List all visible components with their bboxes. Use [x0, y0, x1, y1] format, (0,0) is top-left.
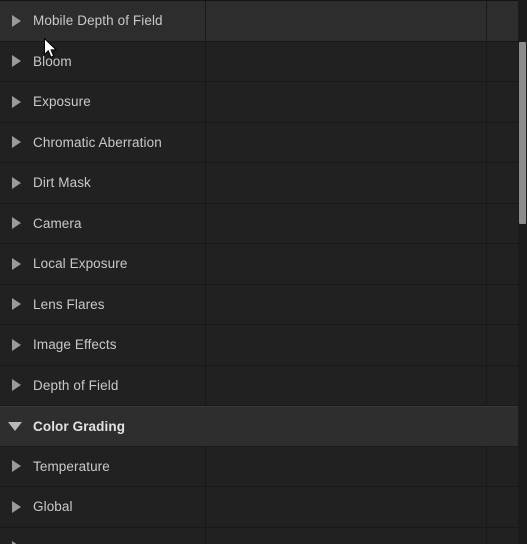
- property-row[interactable]: Camera: [0, 203, 518, 244]
- property-reset-cell[interactable]: [487, 528, 518, 544]
- vertical-scrollbar-thumb[interactable]: [519, 42, 526, 224]
- triangle-right-icon[interactable]: [0, 487, 30, 527]
- triangle-right-glyph: [11, 176, 21, 189]
- triangle-right-glyph: [11, 217, 21, 230]
- property-row[interactable]: Exposure: [0, 82, 518, 123]
- property-value-cell[interactable]: [206, 1, 486, 41]
- property-row-label: Mobile Depth of Field: [33, 13, 163, 29]
- property-row-label: Color Grading: [33, 418, 126, 434]
- property-row[interactable]: Bloom: [0, 41, 518, 82]
- triangle-right-icon[interactable]: [0, 365, 30, 405]
- property-row-label: Bloom: [33, 53, 72, 69]
- triangle-right-icon[interactable]: [0, 203, 30, 243]
- property-reset-cell[interactable]: [487, 325, 518, 365]
- triangle-right-glyph: [11, 136, 21, 149]
- property-value-cell[interactable]: [206, 42, 486, 82]
- property-reset-cell[interactable]: [487, 123, 518, 163]
- details-panel: Mobile Depth of Field Bloom Exposure Chroma…: [0, 0, 527, 544]
- property-value-cell[interactable]: [206, 163, 486, 203]
- property-row-label: Temperature: [33, 458, 110, 474]
- triangle-down-icon[interactable]: [0, 406, 30, 446]
- property-reset-cell[interactable]: [487, 285, 518, 325]
- property-row[interactable]: Local Exposure: [0, 244, 518, 285]
- property-reset-cell[interactable]: [487, 366, 518, 406]
- property-row[interactable]: Chromatic Aberration: [0, 122, 518, 163]
- property-value-cell[interactable]: [206, 204, 486, 244]
- property-row[interactable]: Dirt Mask: [0, 163, 518, 204]
- property-row-label: Depth of Field: [33, 377, 119, 393]
- triangle-right-icon[interactable]: [0, 325, 30, 365]
- property-reset-cell[interactable]: [487, 407, 518, 446]
- triangle-right-glyph: [11, 95, 21, 108]
- triangle-right-glyph: [11, 338, 21, 351]
- triangle-right-icon[interactable]: [0, 446, 30, 486]
- property-value-cell[interactable]: [206, 82, 486, 122]
- property-row-label: Chromatic Aberration: [33, 134, 162, 150]
- triangle-right-icon[interactable]: [0, 122, 30, 162]
- property-row[interactable]: Depth of Field: [0, 365, 518, 406]
- property-value-cell[interactable]: [206, 285, 486, 325]
- property-row-label: Dirt Mask: [33, 175, 91, 191]
- triangle-right-icon[interactable]: [0, 244, 30, 284]
- property-reset-cell[interactable]: [487, 42, 518, 82]
- property-row[interactable]: Global: [0, 487, 518, 528]
- triangle-right-icon[interactable]: [0, 163, 30, 203]
- triangle-right-icon[interactable]: [0, 527, 30, 544]
- property-row-label: Image Effects: [33, 337, 117, 353]
- triangle-right-glyph: [11, 55, 21, 68]
- triangle-right-glyph: [11, 298, 21, 311]
- property-reset-cell[interactable]: [487, 487, 518, 527]
- property-rows-list: Mobile Depth of Field Bloom Exposure Chroma…: [0, 1, 518, 544]
- property-value-cell[interactable]: [206, 528, 486, 544]
- property-row[interactable]: Mobile Depth of Field: [0, 1, 518, 42]
- property-value-cell[interactable]: [206, 244, 486, 284]
- property-row[interactable]: Lens Flares: [0, 284, 518, 325]
- property-reset-cell[interactable]: [487, 1, 518, 41]
- property-row-label: Lens Flares: [33, 296, 105, 312]
- property-reset-cell[interactable]: [487, 163, 518, 203]
- property-reset-cell[interactable]: [487, 82, 518, 122]
- vertical-scrollbar-track[interactable]: [518, 0, 527, 544]
- triangle-right-icon[interactable]: [0, 82, 30, 122]
- property-row[interactable]: Temperature: [0, 446, 518, 487]
- triangle-right-icon[interactable]: [0, 284, 30, 324]
- triangle-down-glyph: [8, 421, 22, 431]
- property-reset-cell[interactable]: [487, 204, 518, 244]
- triangle-right-glyph: [11, 379, 21, 392]
- property-row[interactable]: Image Effects: [0, 325, 518, 366]
- property-row-label: Camera: [33, 215, 82, 231]
- triangle-right-glyph: [11, 500, 21, 513]
- property-row-label: Local Exposure: [33, 256, 128, 272]
- triangle-right-icon[interactable]: [0, 1, 30, 41]
- property-value-cell[interactable]: [206, 447, 486, 487]
- property-value-cell[interactable]: [206, 366, 486, 406]
- triangle-right-glyph: [11, 257, 21, 270]
- triangle-right-icon[interactable]: [0, 41, 30, 81]
- property-value-cell[interactable]: [206, 487, 486, 527]
- property-value-cell[interactable]: [206, 325, 486, 365]
- property-reset-cell[interactable]: [487, 447, 518, 487]
- property-row[interactable]: [0, 527, 518, 544]
- property-row-label: Exposure: [33, 94, 91, 110]
- property-value-cell[interactable]: [206, 407, 486, 446]
- property-reset-cell[interactable]: [487, 244, 518, 284]
- property-row-label: Global: [33, 499, 73, 515]
- triangle-right-glyph: [11, 14, 21, 27]
- property-category-row[interactable]: Color Grading: [0, 406, 518, 447]
- triangle-right-glyph: [11, 460, 21, 473]
- property-value-cell[interactable]: [206, 123, 486, 163]
